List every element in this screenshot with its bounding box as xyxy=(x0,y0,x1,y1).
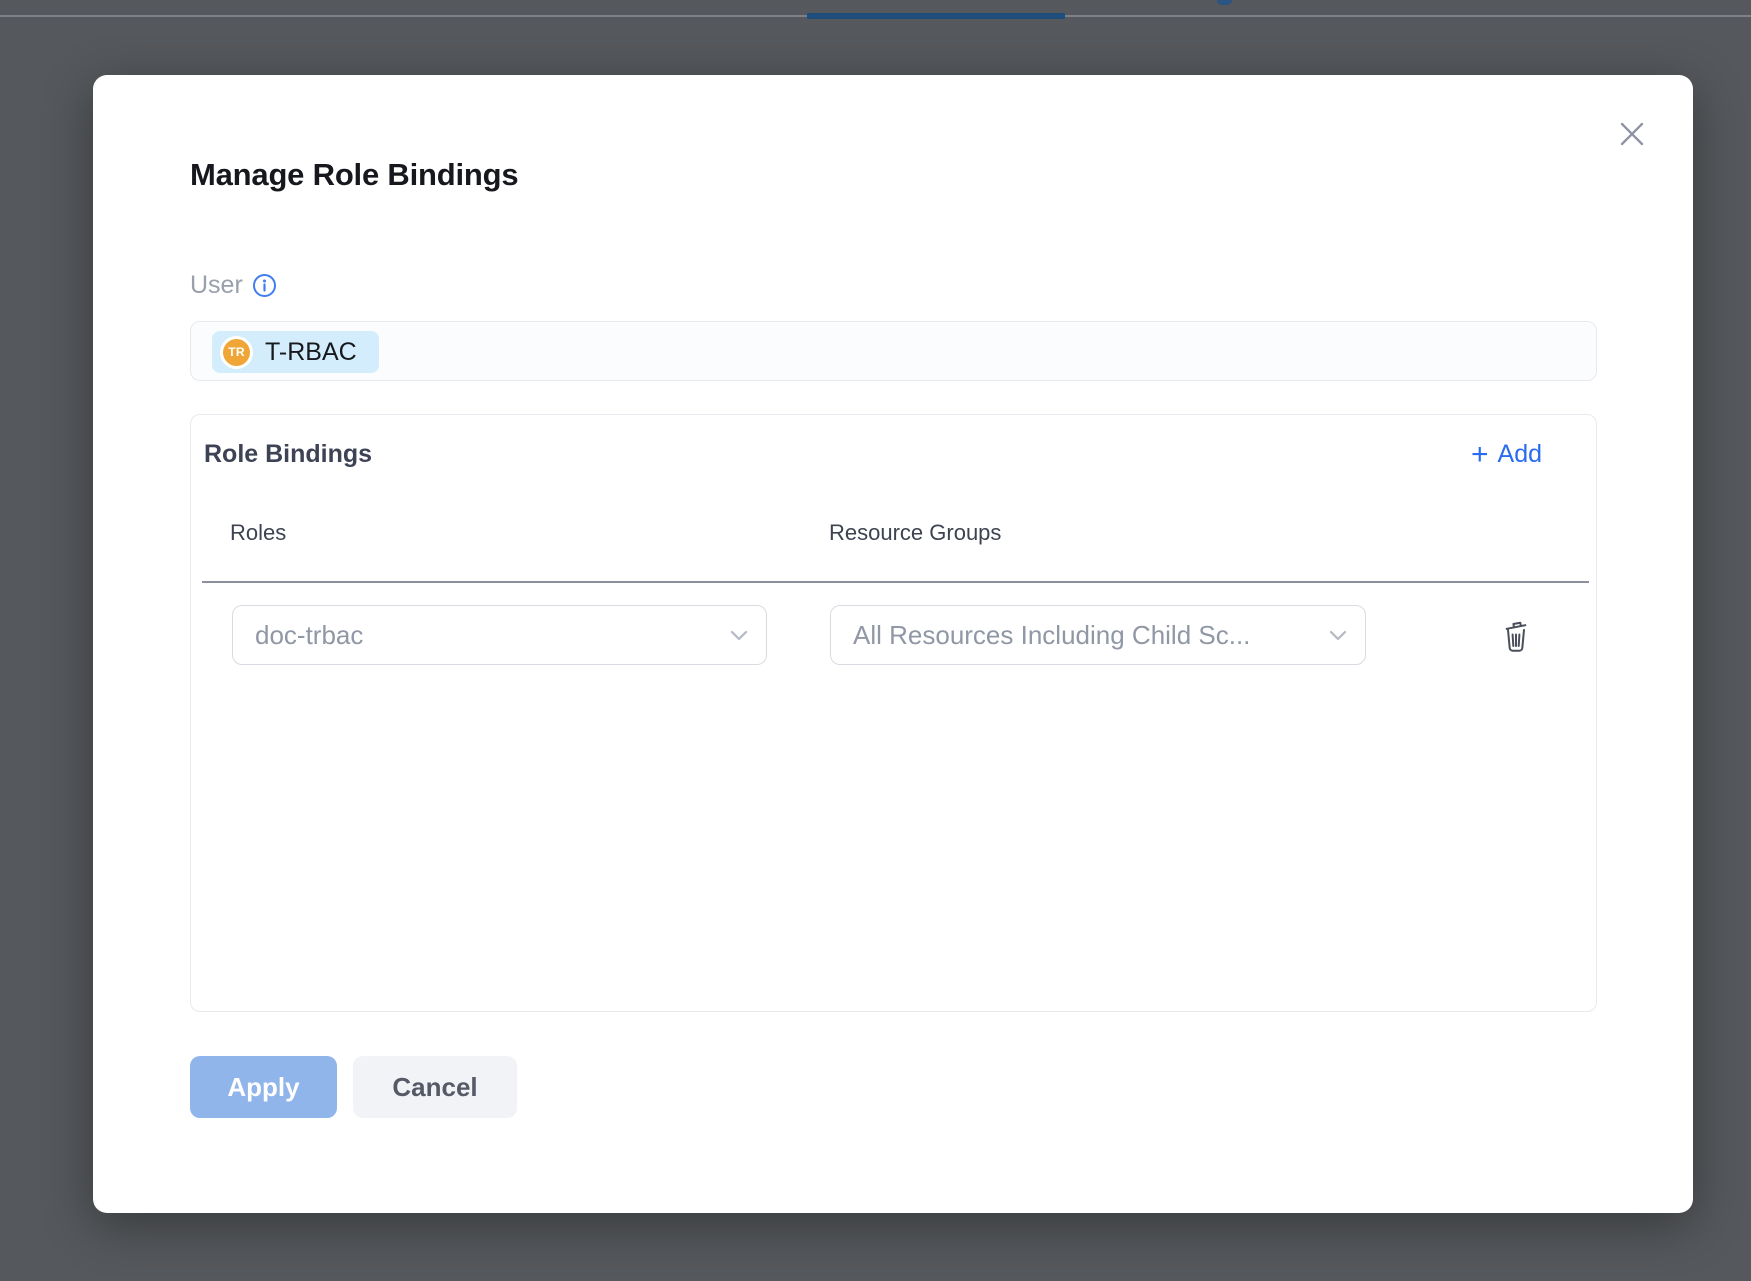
user-label-row: User xyxy=(190,271,277,300)
resource-group-select-value: All Resources Including Child Sc... xyxy=(853,620,1250,651)
user-label: User xyxy=(190,271,243,300)
page-title: Manage Role Bindings xyxy=(190,157,518,193)
trash-icon xyxy=(1501,617,1531,653)
user-chip: TR T-RBAC xyxy=(212,331,379,373)
table-header-divider xyxy=(202,581,1589,583)
user-chip-label: T-RBAC xyxy=(265,338,357,367)
role-bindings-panel: Role Bindings + Add Roles Resource Group… xyxy=(190,414,1597,1012)
close-icon[interactable] xyxy=(1617,119,1647,149)
manage-role-bindings-dialog: Manage Role Bindings User TR T-RBAC Role… xyxy=(93,75,1693,1213)
info-icon[interactable] xyxy=(252,273,277,298)
role-bindings-heading: Role Bindings xyxy=(204,440,372,469)
column-header-resource-groups: Resource Groups xyxy=(829,520,1001,546)
avatar: TR xyxy=(223,339,250,366)
resource-group-select[interactable]: All Resources Including Child Sc... xyxy=(830,605,1366,665)
role-select-value: doc-trbac xyxy=(255,620,363,651)
add-button-label: Add xyxy=(1498,440,1542,469)
chevron-down-icon xyxy=(730,629,748,641)
apply-button[interactable]: Apply xyxy=(190,1056,337,1118)
role-select[interactable]: doc-trbac xyxy=(232,605,767,665)
chevron-down-icon xyxy=(1329,629,1347,641)
cancel-button[interactable]: Cancel xyxy=(353,1056,517,1118)
background-active-tab-indicator xyxy=(807,13,1065,19)
background-nav-glyph-fragment xyxy=(1217,0,1232,5)
plus-icon: + xyxy=(1471,442,1489,468)
add-binding-button[interactable]: + Add xyxy=(1471,440,1542,469)
column-header-roles: Roles xyxy=(230,520,286,546)
delete-binding-button[interactable] xyxy=(1501,617,1531,653)
user-input[interactable]: TR T-RBAC xyxy=(190,321,1597,381)
